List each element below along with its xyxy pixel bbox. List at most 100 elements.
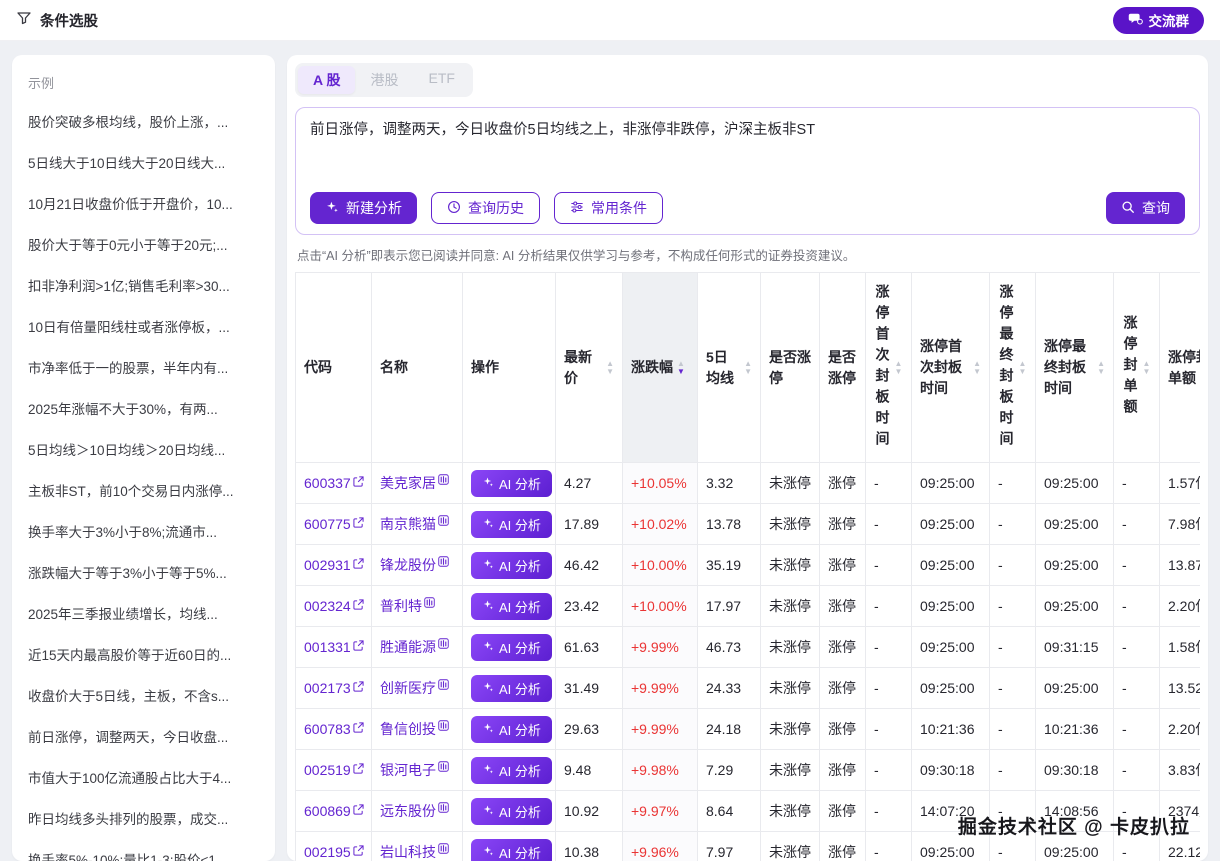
search-button[interactable]: 查询: [1106, 192, 1185, 224]
example-list-item[interactable]: 5日线大于10日线大于20日线大...: [28, 141, 259, 182]
example-list-item[interactable]: 换手率5%-10%;量比1-3;股价<1...: [28, 838, 259, 861]
column-header-first_seal_b[interactable]: 涨停首次封板时间▲▼: [912, 273, 990, 463]
example-list-item[interactable]: 2025年三季报业绩增长，均线...: [28, 592, 259, 633]
watermark: 掘金技术社区 @ 卡皮扒拉: [958, 812, 1190, 839]
stock-name-link[interactable]: 远东股份: [380, 801, 449, 821]
chat-group-button[interactable]: 交流群: [1113, 7, 1205, 34]
example-list-item[interactable]: 10日有倍量阳线柱或者涨停板，...: [28, 305, 259, 346]
stock-code-link[interactable]: 002519: [304, 762, 364, 778]
stock-name-link[interactable]: 鲁信创投: [380, 719, 449, 739]
cell-last-seal-time: 09:31:15: [1036, 627, 1114, 668]
example-list-item[interactable]: 近15天内最高股价等于近60日的...: [28, 633, 259, 674]
new-analysis-button[interactable]: 新建分析: [310, 192, 417, 224]
kline-chart-icon: [438, 800, 449, 816]
example-list-item[interactable]: 5日均线＞10日均线＞20日均线...: [28, 428, 259, 469]
stock-code-link[interactable]: 002195: [304, 844, 364, 860]
example-list-item[interactable]: 昨日均线多头排列的股票，成交...: [28, 797, 259, 838]
stock-name-link[interactable]: 胜通能源: [380, 637, 449, 657]
ai-analyze-button[interactable]: AI 分析: [471, 757, 552, 784]
stock-name-link[interactable]: 岩山科技: [380, 842, 449, 861]
column-header-seal_amt_b[interactable]: 涨停封单额▲▼: [1160, 273, 1201, 463]
sort-caret-icon[interactable]: ▲▼: [744, 360, 752, 376]
cell-seal-amount-a: -: [1114, 586, 1160, 627]
column-header-first_seal_a[interactable]: 涨停首次封板时间▲▼: [866, 273, 912, 463]
column-header-last_seal_a[interactable]: 涨停最终封板时间▲▼: [990, 273, 1036, 463]
ai-analyze-button[interactable]: AI 分析: [471, 552, 552, 579]
stock-code-link[interactable]: 002173: [304, 680, 364, 696]
example-list-item[interactable]: 股价突破多根均线，股价上涨，...: [28, 100, 259, 141]
stock-name: 胜通能源: [380, 637, 436, 657]
example-list-item[interactable]: 市净率低于一的股票，半年内有...: [28, 346, 259, 387]
example-item-label: 主板非ST，前10个交易日内涨停...: [28, 484, 234, 499]
cell-ma5: 46.73: [698, 627, 761, 668]
example-list-item[interactable]: 股价大于等于0元小于等于20元;...: [28, 223, 259, 264]
stock-name-link[interactable]: 锋龙股份: [380, 555, 449, 575]
sort-caret-icon[interactable]: ▲▼: [895, 360, 903, 376]
cell-first-seal-a: -: [866, 709, 912, 750]
example-list-item[interactable]: 收盘价大于5日线，主板，不含s...: [28, 674, 259, 715]
example-item-label: 涨跌幅大于等于3%小于等于5%...: [28, 566, 227, 581]
cell-name: 美克家居: [372, 463, 463, 504]
ai-analyze-button[interactable]: AI 分析: [471, 839, 552, 861]
sort-caret-icon[interactable]: ▲▼: [1143, 360, 1151, 376]
example-list-item[interactable]: 2025年涨幅不大于30%，有两...: [28, 387, 259, 428]
sort-caret-icon[interactable]: ▲▼: [606, 360, 614, 376]
ai-analyze-button[interactable]: AI 分析: [471, 675, 552, 702]
tab-etf[interactable]: ETF: [413, 66, 469, 94]
query-history-button[interactable]: 查询历史: [431, 192, 540, 224]
example-list-item[interactable]: 换手率大于3%小于8%;流通市...: [28, 510, 259, 551]
tab-a-share[interactable]: A 股: [298, 66, 355, 94]
kline-chart-icon: [438, 841, 449, 857]
table-row: 600775 南京熊猫 AI 分析 17.89 +10.0: [296, 504, 1201, 545]
example-list: 股价突破多根均线，股价上涨，... 5日线大于10日线大于20日线大... 10…: [28, 100, 259, 861]
stock-code-link[interactable]: 002931: [304, 557, 364, 573]
column-header-seal_amt_a[interactable]: 涨停封单额▲▼: [1114, 273, 1160, 463]
stock-code-link[interactable]: 600783: [304, 721, 364, 737]
example-list-item[interactable]: 前日涨停，调整两天，今日收盘...: [28, 715, 259, 756]
cell-price: 9.48: [556, 750, 623, 791]
example-list-item[interactable]: 涨跌幅大于等于3%小于等于5%...: [28, 551, 259, 592]
cell-seal-amount: 1.58亿: [1160, 627, 1201, 668]
stock-name-link[interactable]: 南京熊猫: [380, 514, 449, 534]
ai-analyze-button[interactable]: AI 分析: [471, 634, 552, 661]
main-panel: A 股 港股 ETF 前日涨停，调整两天，今日收盘价5日均线之上，非涨停非跌停，…: [287, 55, 1208, 861]
column-header-price[interactable]: 最新价▲▼: [556, 273, 623, 463]
stock-code-link[interactable]: 600775: [304, 516, 364, 532]
column-header-change[interactable]: 涨跌幅▲▼: [623, 273, 698, 463]
example-list-item[interactable]: 市值大于100亿流通股占比大于4...: [28, 756, 259, 797]
sparkle-icon: [482, 681, 494, 696]
example-list-item[interactable]: 扣非净利润>1亿;销售毛利率>30...: [28, 264, 259, 305]
ai-analyze-button[interactable]: AI 分析: [471, 470, 552, 497]
column-header-last_seal_b[interactable]: 涨停最终封板时间▲▼: [1036, 273, 1114, 463]
table-row: 600783 鲁信创投 AI 分析 29.63 +9.99: [296, 709, 1201, 750]
sort-caret-icon[interactable]: ▲▼: [1097, 360, 1105, 376]
sort-caret-icon[interactable]: ▲▼: [677, 360, 685, 376]
sort-caret-icon[interactable]: ▲▼: [1019, 360, 1027, 376]
ai-analyze-button[interactable]: AI 分析: [471, 798, 552, 825]
tab-hk-share[interactable]: 港股: [355, 66, 413, 94]
stock-name: 岩山科技: [380, 842, 436, 861]
cell-ma5: 17.97: [698, 586, 761, 627]
example-list-item[interactable]: 10月21日收盘价低于开盘价，10...: [28, 182, 259, 223]
column-header-ma5[interactable]: 5日均线▲▼: [698, 273, 761, 463]
ai-analyze-button[interactable]: AI 分析: [471, 593, 552, 620]
ai-analyze-button[interactable]: AI 分析: [471, 716, 552, 743]
cell-action: AI 分析: [463, 627, 556, 668]
stock-code-link[interactable]: 002324: [304, 598, 364, 614]
example-list-item[interactable]: 主板非ST，前10个交易日内涨停...: [28, 469, 259, 510]
ai-analyze-button[interactable]: AI 分析: [471, 511, 552, 538]
stock-code-link[interactable]: 600869: [304, 803, 364, 819]
cell-code: 600775: [296, 504, 372, 545]
cell-name: 鲁信创投: [372, 709, 463, 750]
stock-name-link[interactable]: 普利特: [380, 596, 435, 616]
stock-code-link[interactable]: 600337: [304, 475, 364, 491]
stock-name-link[interactable]: 创新医疗: [380, 678, 449, 698]
stock-code-link[interactable]: 001331: [304, 639, 364, 655]
cell-limit-prev: 涨停: [820, 709, 866, 750]
stock-code: 001331: [304, 639, 351, 655]
common-conditions-button[interactable]: 常用条件: [554, 192, 663, 224]
sort-caret-icon[interactable]: ▲▼: [973, 360, 981, 376]
stock-name-link[interactable]: 银河电子: [380, 760, 449, 780]
query-input[interactable]: 前日涨停，调整两天，今日收盘价5日均线之上，非涨停非跌停，沪深主板非ST: [310, 120, 1185, 186]
stock-name-link[interactable]: 美克家居: [380, 473, 449, 493]
